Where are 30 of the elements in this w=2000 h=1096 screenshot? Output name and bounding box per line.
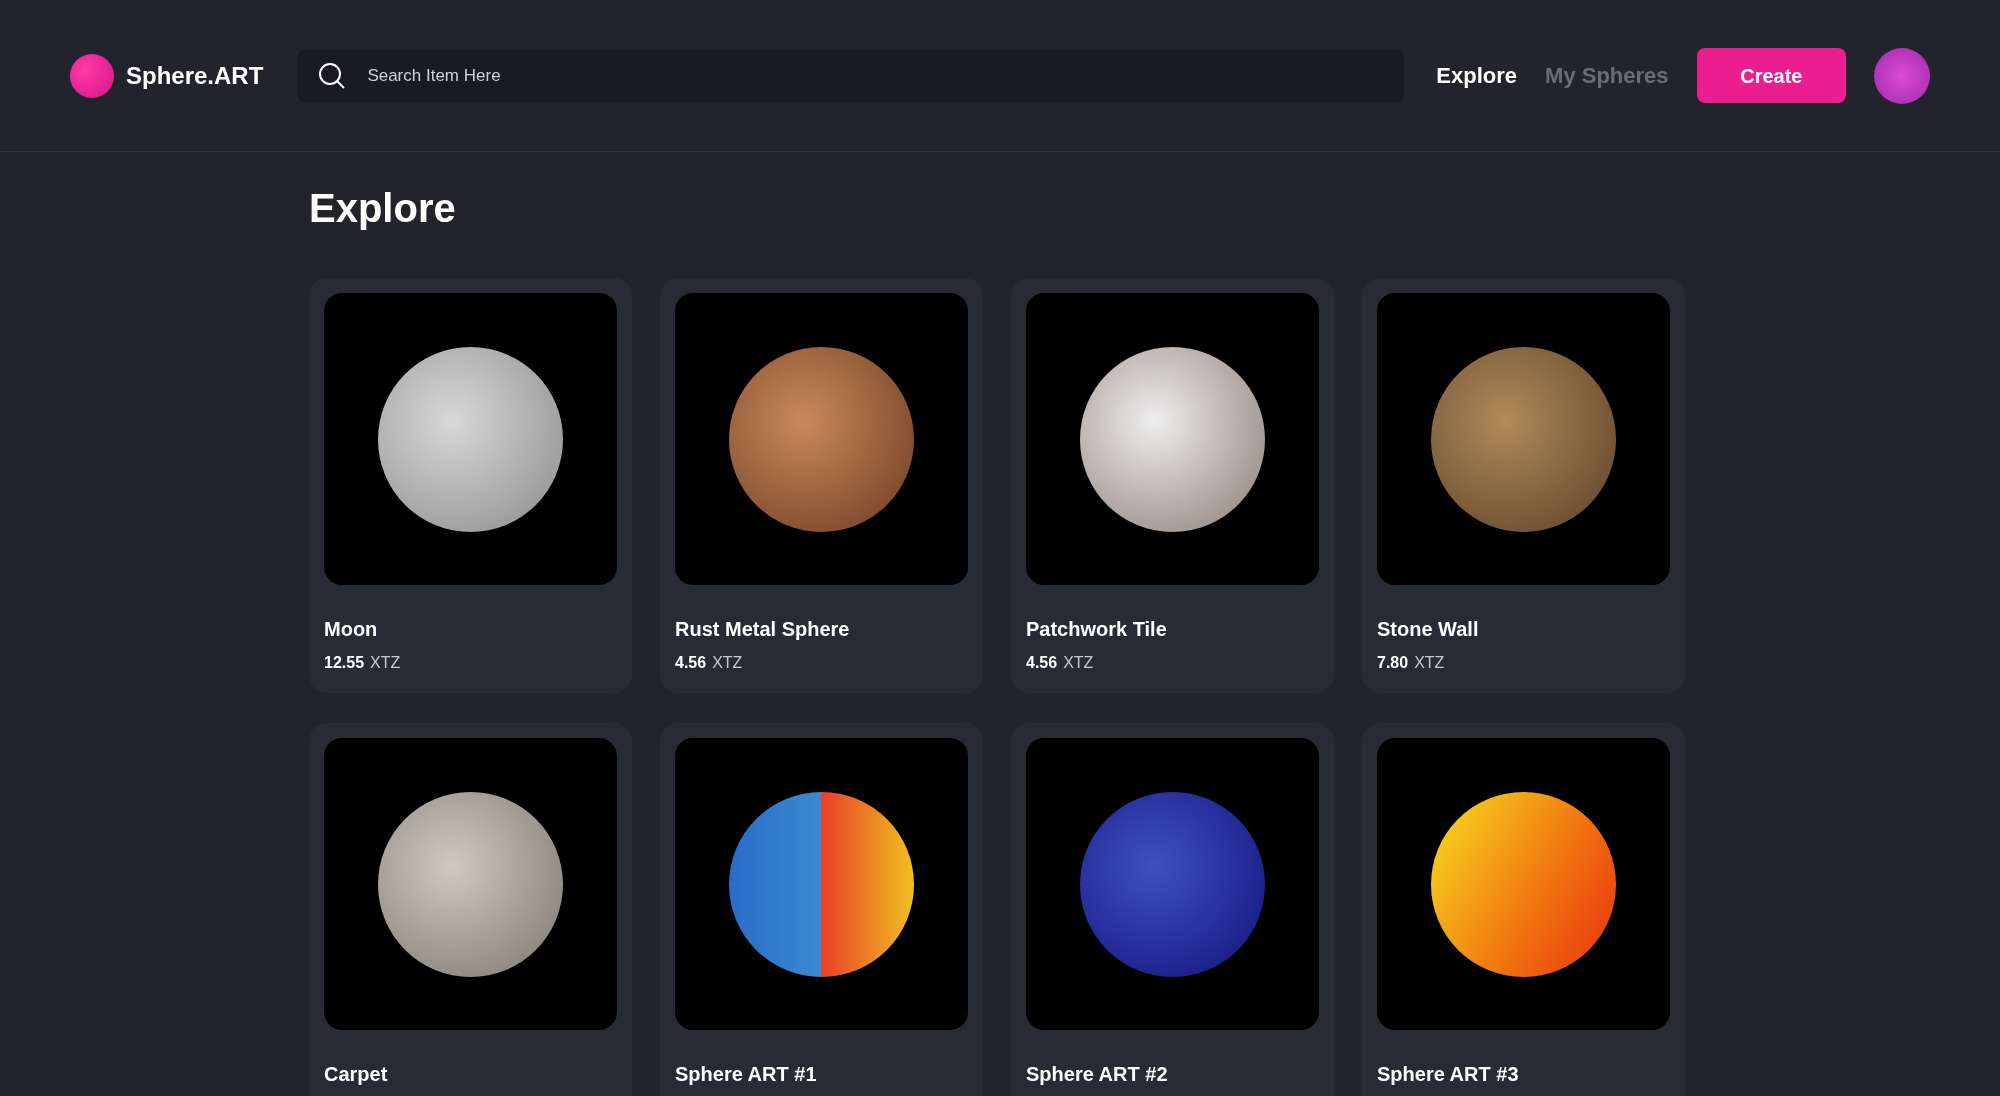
item-card[interactable]: Moon 12.55 XTZ [309, 278, 632, 693]
item-title: Stone Wall [1377, 617, 1480, 641]
logo-text: Sphere.ART [126, 60, 264, 91]
currency-label: XTZ [1063, 653, 1094, 673]
item-title: Sphere ART #3 [1377, 1062, 1520, 1086]
item-title: Patchwork Tile [1026, 617, 1168, 641]
item-card[interactable]: Rust Metal Sphere 4.56 XTZ [660, 278, 983, 693]
item-title: Moon [324, 617, 379, 641]
item-card[interactable]: Sphere ART #1 [660, 723, 983, 1096]
item-title: Sphere ART #2 [1026, 1062, 1169, 1086]
item-price: 7.80 [1377, 653, 1409, 673]
page-title: Explore [309, 185, 457, 232]
item-title: Sphere ART #1 [675, 1062, 818, 1086]
item-card[interactable]: Carpet [309, 723, 632, 1096]
item-card[interactable]: Stone Wall 7.80 XTZ [1362, 278, 1685, 693]
search-field[interactable]: Search Item Here [297, 49, 1405, 102]
currency-label: XTZ [1414, 653, 1445, 673]
item-card[interactable]: Sphere ART #2 [1011, 723, 1334, 1096]
logo-icon [70, 53, 114, 98]
create-button[interactable]: Create [1696, 48, 1847, 103]
currency-label: XTZ [370, 653, 401, 673]
item-title: Carpet [324, 1062, 389, 1086]
item-price: 4.56 [675, 653, 707, 673]
item-price: 4.56 [1026, 653, 1058, 673]
item-price: 12.55 [324, 653, 365, 673]
item-title: Rust Metal Sphere [675, 617, 851, 641]
item-card[interactable]: Sphere ART #3 [1362, 723, 1685, 1096]
currency-label: XTZ [712, 653, 743, 673]
nav-link[interactable]: Explore [1436, 59, 1518, 92]
item-card[interactable]: Patchwork Tile 4.56 XTZ [1011, 278, 1334, 693]
